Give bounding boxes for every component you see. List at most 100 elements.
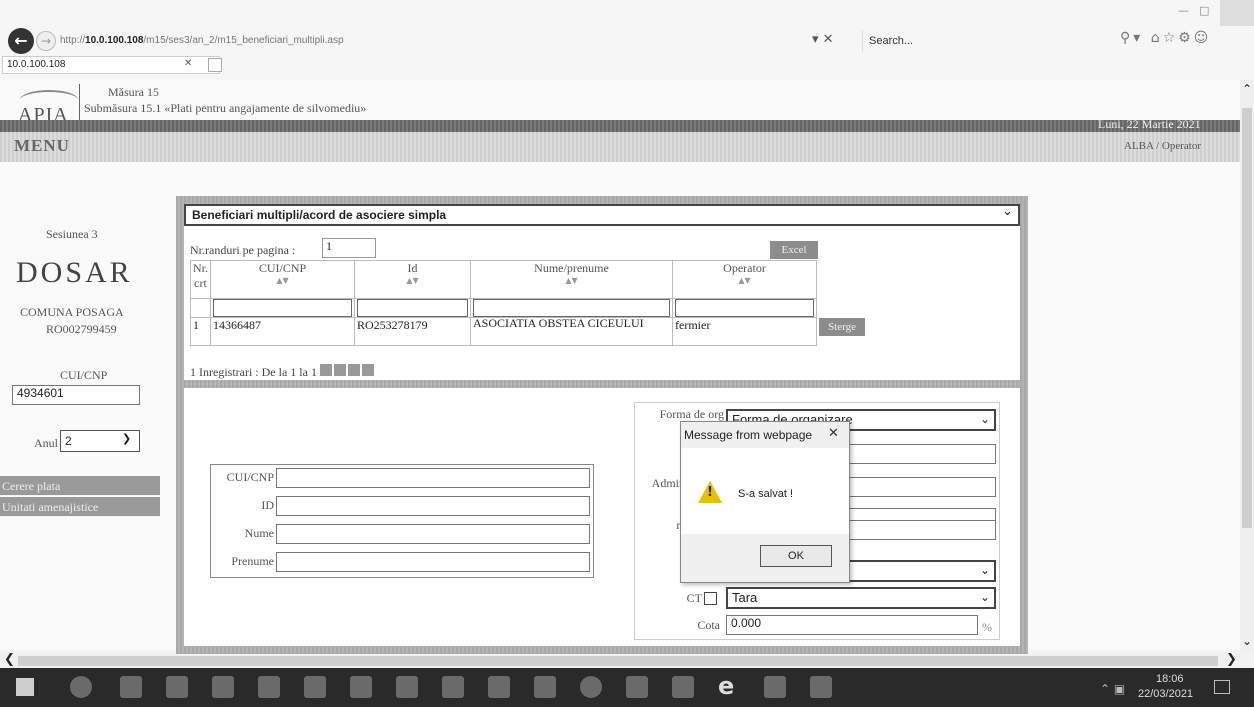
app-icon[interactable] [258,676,280,698]
cell-action: Sterge [817,317,868,346]
sidebar-item-unitati-amenajistice[interactable]: Unitati amenajistice [0,497,160,517]
back-button[interactable]: ← [8,28,34,54]
vertical-scroll-thumb[interactable] [1242,108,1252,528]
close-icon[interactable]: ✕ [828,426,839,441]
chevron-down-icon[interactable]: ⌄ [980,563,990,577]
menu-button[interactable]: MENU [14,136,70,156]
tab-title: 10.0.100.108 [7,59,66,70]
filter-nume-input[interactable] [473,299,670,317]
chevron-down-icon[interactable]: ❯ [122,432,131,445]
address-dropdown-close-icon[interactable]: ▾ ✕ [812,32,834,47]
col-header-operator[interactable]: Operator ▲▼ [672,260,817,299]
filter-cell [470,298,673,318]
word-icon[interactable] [488,676,510,698]
filter-id-input[interactable] [357,299,468,317]
app-icon[interactable] [810,676,832,698]
search-icon[interactable] [70,676,92,698]
sort-icon[interactable]: ▲▼ [213,276,352,285]
app-icon[interactable] [672,676,694,698]
form-label-prenume: Prenume [231,554,274,568]
toolbar-icons[interactable]: ⚲▾ ⌂☆⚙☺ [1120,30,1211,46]
col-header-cuicnp[interactable]: CUI/CNP ▲▼ [210,260,355,299]
file-explorer-icon[interactable] [304,676,326,698]
app-icon[interactable] [764,676,786,698]
ct-checkbox[interactable] [704,592,717,605]
forward-button[interactable]: → [36,31,56,51]
notification-icon[interactable] [1214,680,1230,694]
task-view-icon[interactable] [120,676,142,698]
cell-operator: fermier [672,317,817,346]
tray-icons[interactable]: ⌃ ▣ [1100,682,1125,696]
scroll-left-icon[interactable]: ❮ [4,652,15,667]
cuicnp-input[interactable]: 4934601 [12,385,140,405]
grid-type-select[interactable]: Beneficiari multipli/acord de asociere s… [184,204,1020,226]
last-page-icon[interactable] [361,364,374,376]
form-label-id: ID [261,498,274,512]
delete-button[interactable]: Sterge [819,317,865,336]
excel-icon[interactable] [396,676,418,698]
clock-time[interactable]: 18:06 [1156,673,1184,685]
chevron-down-icon[interactable]: ⌄ [1002,204,1013,219]
next-page-icon[interactable] [347,364,360,376]
rows-per-page-input[interactable]: 1 [322,238,376,258]
cota-unit: % [982,620,992,634]
new-tab-button[interactable] [208,58,222,72]
windows-start-icon[interactable] [16,678,34,696]
comuna-label: COMUNA POSAGA [20,305,124,319]
form-label-ct: CT [686,591,702,605]
warning-mark-icon: ! [707,485,713,500]
chevron-down-icon[interactable]: ⌄ [980,590,990,604]
form-label-cuicnp: CUI/CNP [226,470,274,484]
form-label-forma: Forma de org [659,407,724,421]
tara-select[interactable]: Tara [726,587,996,609]
cuicnp-label: CUI/CNP [60,368,108,382]
scroll-up-icon[interactable]: ⌃ [1242,82,1252,96]
clock-date[interactable]: 22/03/2021 [1138,688,1193,700]
excel-button[interactable]: Excel [770,241,818,259]
form-cuicnp-input[interactable] [276,468,590,488]
rows-per-page-label: Nr.randuri pe pagina : [190,243,296,257]
tab-close-icon[interactable]: ✕ [184,58,192,69]
ok-button[interactable]: OK [760,545,832,567]
session-label: Sesiunea 3 [46,227,98,241]
filter-cuicnp-input[interactable] [213,299,352,317]
window-close-area[interactable] [1220,0,1254,26]
app-icon[interactable] [626,676,648,698]
filter-cell [672,298,817,318]
prev-page-icon[interactable] [333,364,346,376]
sort-icon[interactable]: ▲▼ [357,276,468,285]
filter-cell [354,298,471,318]
header-user: ALBA / Operator [1124,140,1201,152]
form-id-input[interactable] [276,496,590,516]
app-icon[interactable] [350,676,372,698]
app-icon[interactable] [442,676,464,698]
sidebar-item-cerere-plata[interactable]: Cerere plata [0,476,160,496]
url-host: 10.0.100.108 [85,35,144,46]
internet-explorer-icon[interactable]: e [718,672,734,700]
col-header-id[interactable]: Id ▲▼ [354,260,471,299]
first-page-icon[interactable] [319,364,332,376]
sort-icon[interactable]: ▲▼ [675,276,814,285]
outlook-icon[interactable] [212,676,234,698]
sort-icon[interactable]: ▲▼ [473,276,670,285]
form-prenume-input[interactable] [276,552,590,572]
app-icon[interactable] [580,676,602,698]
filter-operator-input[interactable] [675,299,814,317]
cod-label: RO002799459 [46,322,117,336]
address-bar[interactable]: http://10.0.100.108/m15/ses3/an_2/m15_be… [60,30,830,52]
cell-id: RO253278179 [354,317,471,346]
window-controls[interactable]: —□ [1178,4,1219,17]
cota-input[interactable]: 0.000 [726,615,978,635]
form-label-nume: Nume [244,526,274,540]
people-icon[interactable] [166,676,188,698]
scroll-right-icon[interactable]: ❯ [1226,652,1237,667]
scroll-down-icon[interactable]: ⌄ [1242,634,1252,648]
horizontal-scroll-thumb[interactable] [18,656,1218,666]
col-header-nume[interactable]: Nume/prenume ▲▼ [470,260,673,299]
form-nume-input[interactable] [276,524,590,544]
masura-title: Măsura 15 [108,85,159,99]
form-label-cota: Cota [697,618,720,632]
app-icon[interactable] [534,676,556,698]
search-input[interactable]: Search... [862,30,1112,52]
chevron-down-icon[interactable]: ⌄ [980,412,990,426]
